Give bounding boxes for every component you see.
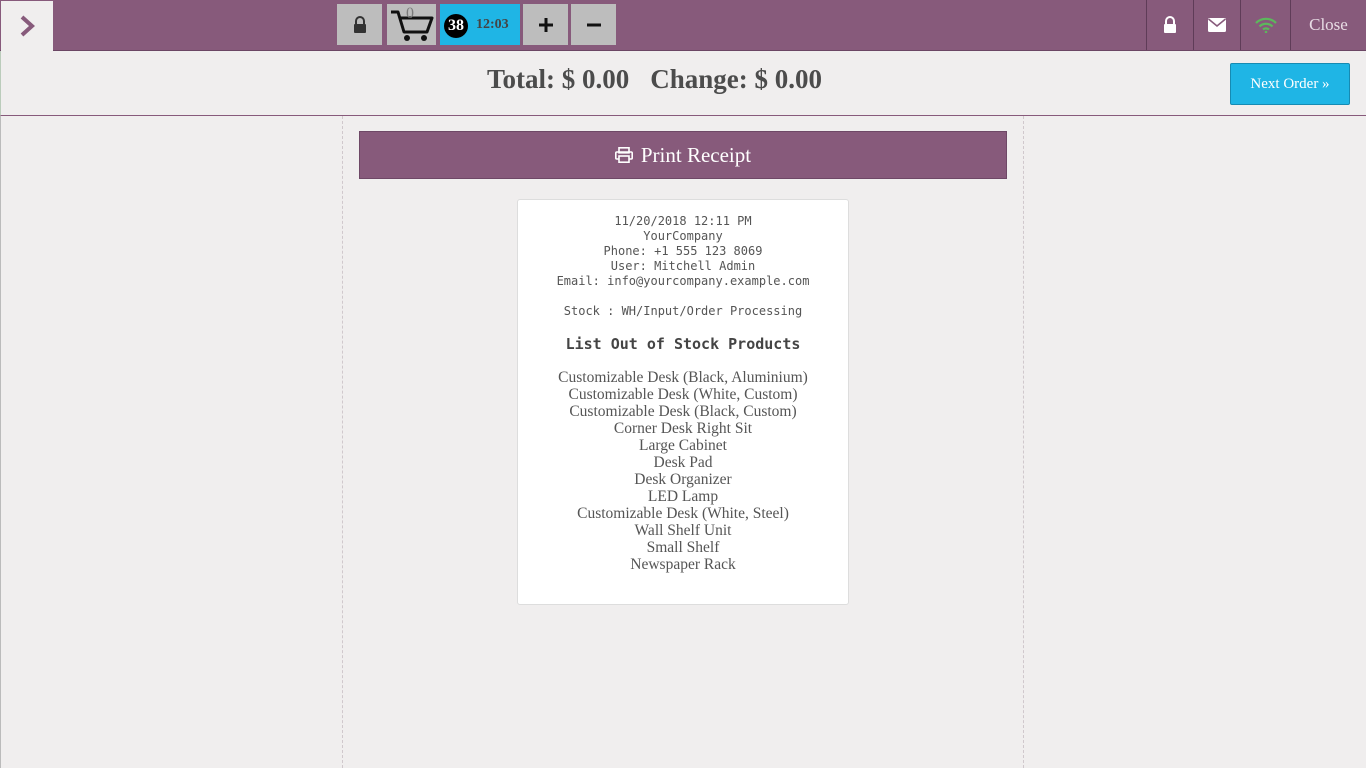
receipt-email: Email: info@yourcompany.example.com <box>556 274 810 288</box>
receipt-header: 11/20/2018 12:11 PM YourCompany Phone: +… <box>518 214 848 319</box>
list-item: Wall Shelf Unit <box>634 522 732 539</box>
print-receipt-button[interactable]: Print Receipt <box>359 131 1007 179</box>
receipt-stock-location: Stock : WH/Input/Order Processing <box>563 304 803 318</box>
sidebar-toggle-button[interactable] <box>1 1 53 51</box>
totals: Total: $ 0.00 Change: $ 0.00 <box>487 64 843 95</box>
lock-icon <box>353 15 367 34</box>
order-time: 12:03 <box>476 17 509 32</box>
list-item: Desk Organizer <box>634 471 732 488</box>
left-border <box>0 116 1 768</box>
lock-icon <box>1163 16 1177 34</box>
lock-screen-button[interactable] <box>1146 0 1193 50</box>
order-selector-button[interactable]: 38 12:03 <box>440 4 520 45</box>
pos-topbar: 0 38 12:03 Close <box>0 0 1366 51</box>
chevron-right-icon <box>19 15 35 37</box>
total-amount: Total: $ 0.00 <box>487 64 630 94</box>
close-button[interactable]: Close <box>1290 0 1366 50</box>
plus-icon <box>538 17 553 32</box>
receipt: 11/20/2018 12:11 PM YourCompany Phone: +… <box>517 199 849 605</box>
printer-icon <box>614 147 633 163</box>
receipt-datetime: 11/20/2018 12:11 PM <box>614 214 752 228</box>
messages-button[interactable] <box>1193 0 1240 50</box>
list-item: Corner Desk Right Sit <box>613 420 753 437</box>
receipt-company: YourCompany <box>643 229 723 243</box>
list-item: Small Shelf <box>646 539 720 556</box>
list-item: Customizable Desk (Black, Custom) <box>569 403 797 420</box>
receipt-title: List Out of Stock Products <box>565 335 801 353</box>
cart-count: 0 <box>406 5 414 22</box>
list-item: Newspaper Rack <box>630 556 736 573</box>
lock-order-button[interactable] <box>337 4 382 45</box>
list-item: Customizable Desk (White, Steel) <box>577 505 789 522</box>
minus-icon <box>586 18 601 32</box>
cart-button[interactable]: 0 <box>387 4 436 45</box>
receipt-user: User: Mitchell Admin <box>610 259 756 273</box>
new-order-button[interactable] <box>523 4 568 45</box>
list-item: Customizable Desk (White, Custom) <box>568 386 798 403</box>
change-amount: Change: $ 0.00 <box>650 64 823 94</box>
wifi-icon <box>1254 17 1277 33</box>
receipt-phone: Phone: +1 555 123 8069 <box>603 244 763 258</box>
list-item: Desk Pad <box>653 454 713 471</box>
receipt-spacer <box>518 289 848 304</box>
out-of-stock-list: Customizable Desk (Black, Aluminium) Cus… <box>518 369 848 573</box>
next-order-button[interactable]: Next Order » <box>1230 63 1350 105</box>
payment-summary: Total: $ 0.00 Change: $ 0.00 Next Order » <box>0 51 1366 116</box>
list-item: LED Lamp <box>647 488 719 505</box>
delete-order-button[interactable] <box>571 4 616 45</box>
envelope-icon <box>1208 18 1226 32</box>
print-receipt-label: Print Receipt <box>640 142 752 167</box>
list-item: Customizable Desk (Black, Aluminium) <box>558 369 808 386</box>
order-number-badge: 38 <box>444 14 468 38</box>
list-item: Large Cabinet <box>639 437 727 454</box>
connection-status-button[interactable] <box>1240 0 1290 50</box>
